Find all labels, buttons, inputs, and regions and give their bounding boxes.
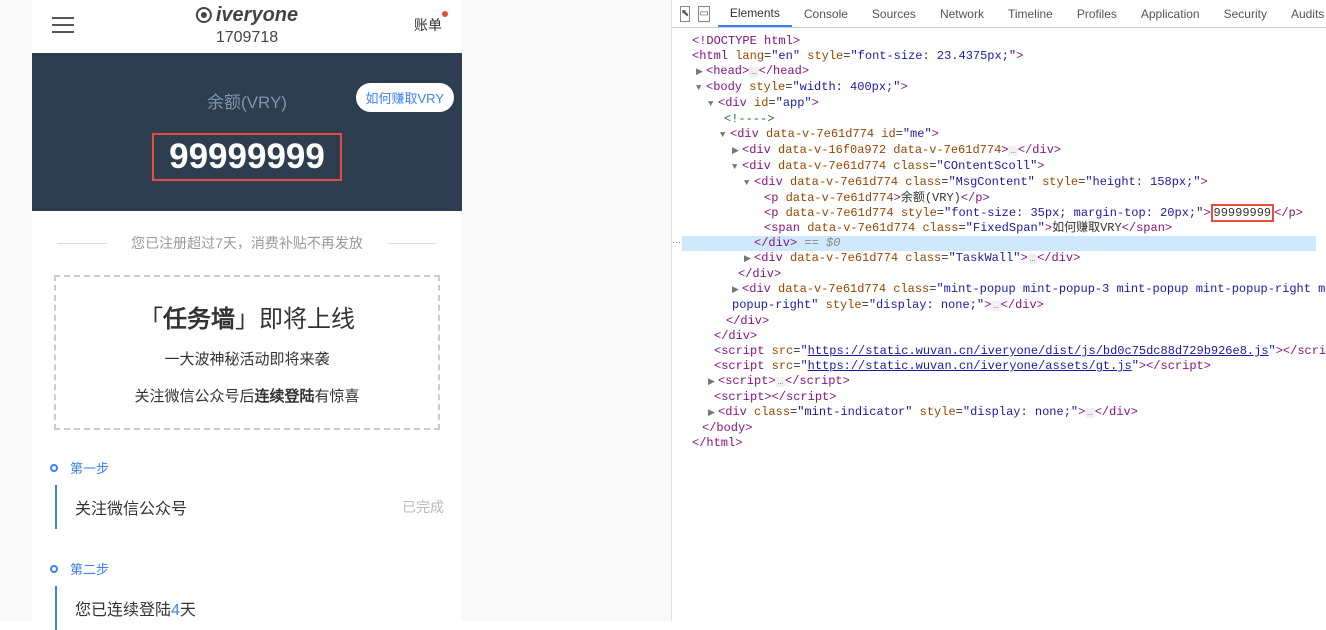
tab-network[interactable]: Network (928, 2, 996, 26)
balance-card: 余额(VRY) 99999999 如何赚取VRY (32, 53, 462, 211)
step-text: 您已连续登陆4天 (75, 596, 196, 620)
steps-list: 第一步 关注微信公众号 已完成 第二步 您已连续登陆4天 (50, 458, 444, 630)
mobile-preview: iveryone 1709718 账单 余额(VRY) 99999999 如何赚… (0, 0, 672, 621)
app-header: iveryone 1709718 账单 (32, 0, 462, 50)
step-dot-icon (50, 565, 58, 573)
brand-logo: iveryone 1709718 (196, 4, 298, 47)
selected-dom-node[interactable]: ⋯</div> == $0 (682, 236, 1316, 251)
tab-application[interactable]: Application (1129, 2, 1212, 26)
step-done-button[interactable]: 已完成 (402, 497, 444, 517)
logo-icon (196, 7, 212, 23)
earn-vry-button[interactable]: 如何赚取VRY (356, 83, 455, 112)
highlighted-value: 99999999 (1211, 204, 1275, 222)
step-label: 第二步 (70, 559, 109, 578)
task-wall-sub1: 一大波神秘活动即将来袭 (66, 348, 428, 369)
step-1: 第一步 关注微信公众号 已完成 (50, 458, 444, 529)
tab-profiles[interactable]: Profiles (1065, 2, 1129, 26)
task-wall-banner: 「任务墙」即将上线 一大波神秘活动即将来袭 关注微信公众号后连续登陆有惊喜 (54, 275, 440, 430)
script-url-2[interactable]: https://static.wuvan.cn/iveryone/assets/… (808, 359, 1132, 373)
step-2: 第二步 您已连续登陆4天 (50, 559, 444, 630)
device-icon[interactable]: ▭ (698, 6, 709, 22)
tab-timeline[interactable]: Timeline (996, 2, 1065, 26)
tab-audits[interactable]: Audits (1279, 2, 1326, 26)
devtools-panel: ⬉ ▭ Elements Console Sources Network Tim… (672, 0, 1326, 621)
registration-notice: 您已注册超过7天，消费补贴不再发放 (32, 211, 462, 275)
step-label: 第一步 (70, 458, 109, 477)
tab-console[interactable]: Console (792, 2, 860, 26)
devtools-tabs: ⬉ ▭ Elements Console Sources Network Tim… (672, 0, 1326, 28)
task-wall-sub2: 关注微信公众号后连续登陆有惊喜 (66, 385, 428, 406)
step-dot-icon (50, 464, 58, 472)
tab-elements[interactable]: Elements (718, 1, 792, 27)
balance-value: 99999999 (152, 133, 342, 181)
script-url-1[interactable]: https://static.wuvan.cn/iveryone/dist/js… (808, 344, 1269, 358)
logo-text: iveryone (216, 4, 298, 27)
dom-tree[interactable]: <!DOCTYPE html> <html lang="en" style="f… (672, 28, 1326, 457)
tab-sources[interactable]: Sources (860, 2, 928, 26)
step-text: 关注微信公众号 (75, 495, 187, 519)
menu-icon[interactable] (52, 17, 74, 33)
logo-subtitle: 1709718 (196, 29, 298, 47)
inspect-icon[interactable]: ⬉ (680, 6, 690, 22)
tab-security[interactable]: Security (1212, 2, 1279, 26)
task-wall-title: 「任务墙」即将上线 (66, 299, 428, 334)
bill-button[interactable]: 账单 (414, 15, 442, 35)
